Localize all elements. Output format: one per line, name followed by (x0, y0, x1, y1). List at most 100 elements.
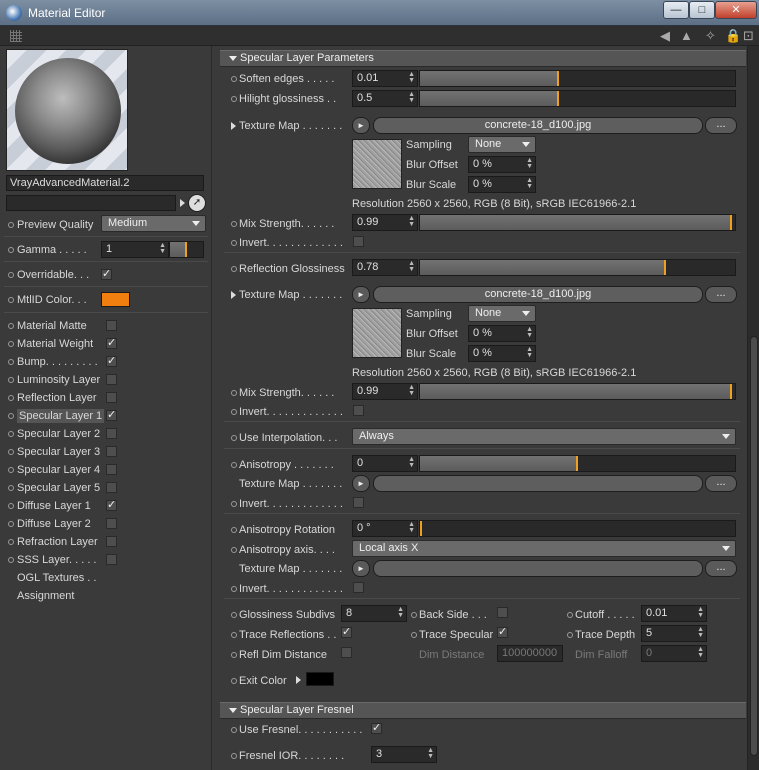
sampling-dropdown[interactable]: None (468, 136, 536, 153)
cutoff-input[interactable]: 0.01 ▲ ▼ (641, 605, 707, 622)
channel-label-12[interactable]: Refraction Layer (17, 535, 98, 549)
channel-checkbox-8[interactable] (106, 464, 117, 475)
spinner-icon[interactable]: ▲ ▼ (526, 157, 533, 170)
lock-icon[interactable]: 🔒 (725, 28, 741, 44)
soften-edges-slider[interactable] (419, 70, 736, 87)
hilight-glossiness-slider[interactable] (419, 90, 736, 107)
channel-label-11[interactable]: Diffuse Layer 2 (17, 517, 91, 531)
ogl-textures-label[interactable]: OGL Textures . . (17, 571, 96, 585)
new-window-icon[interactable]: ⊡ (743, 28, 754, 44)
texture-map-4-arrow-button[interactable]: ► (352, 560, 370, 577)
channel-label-9[interactable]: Specular Layer 5 (17, 481, 100, 495)
spinner-icon[interactable]: ▲ ▼ (697, 646, 704, 659)
channel-checkbox-6[interactable] (106, 428, 117, 439)
invert-3-checkbox[interactable] (353, 497, 364, 508)
assignment-label[interactable]: Assignment (17, 589, 74, 603)
refl-dim-distance-checkbox[interactable] (341, 647, 352, 658)
reflection-glossiness-input[interactable]: 0.78 ▲ ▼ (352, 259, 418, 276)
texture-map-3-file[interactable] (373, 475, 703, 492)
texture-map-1-file[interactable]: concrete-18_d100.jpg (373, 117, 703, 134)
back-arrow-icon[interactable]: ◀ (660, 28, 670, 44)
blur-offset-input[interactable]: 0 % ▲ ▼ (468, 156, 536, 173)
spinner-icon[interactable]: ▲ ▼ (526, 177, 533, 190)
scrollbar-thumb[interactable] (750, 336, 758, 756)
section-header-fresnel[interactable]: Specular Layer Fresnel (220, 702, 746, 719)
channel-label-4[interactable]: Reflection Layer (17, 391, 97, 405)
expand-arrow-icon[interactable] (231, 122, 236, 130)
preview-quality-dropdown[interactable]: Medium (101, 215, 206, 232)
gamma-input[interactable]: 1 ▲ ▼ (101, 241, 169, 258)
invert-1-checkbox[interactable] (353, 236, 364, 247)
expand-arrow-icon[interactable] (180, 199, 185, 207)
texture-map-2-file[interactable]: concrete-18_d100.jpg (373, 286, 703, 303)
invert-2-checkbox[interactable] (353, 405, 364, 416)
spinner-icon[interactable]: ▲ ▼ (427, 747, 434, 760)
dim-falloff-input[interactable]: 0 ▲ ▼ (641, 645, 707, 662)
use-interpolation-dropdown[interactable]: Always (352, 428, 736, 445)
trace-depth-input[interactable]: 5 ▲ ▼ (641, 625, 707, 642)
channel-checkbox-13[interactable] (106, 554, 117, 565)
trace-specular-checkbox[interactable]: ✓ (497, 627, 508, 638)
texture-map-3-arrow-button[interactable]: ► (352, 475, 370, 492)
grip-icon[interactable] (10, 30, 22, 42)
channel-checkbox-10[interactable]: ✓ (106, 500, 117, 511)
dim-distance-input[interactable]: 100000000 (497, 645, 563, 662)
channel-label-8[interactable]: Specular Layer 4 (17, 463, 100, 477)
channel-checkbox-12[interactable] (106, 536, 117, 547)
overridable-checkbox[interactable]: ✓ (101, 269, 112, 280)
blur-offset-2-input[interactable]: 0 % ▲ ▼ (468, 325, 536, 342)
reflection-glossiness-slider[interactable] (419, 259, 736, 276)
channel-checkbox-1[interactable]: ✓ (106, 338, 117, 349)
spinner-icon[interactable]: ▲ ▼ (397, 606, 404, 619)
texture-map-1-arrow-button[interactable]: ► (352, 117, 370, 134)
channel-checkbox-4[interactable] (106, 392, 117, 403)
close-button[interactable]: ✕ (715, 1, 757, 19)
channel-checkbox-11[interactable] (106, 518, 117, 529)
texture-map-2-browse-button[interactable]: ... (705, 286, 737, 303)
spinner-icon[interactable]: ▲ ▼ (697, 606, 704, 619)
texture-map-4-browse-button[interactable]: ... (705, 560, 737, 577)
blur-scale-input[interactable]: 0 % ▲ ▼ (468, 176, 536, 193)
channel-checkbox-0[interactable] (106, 320, 117, 331)
spinner-icon[interactable]: ▲ ▼ (408, 215, 415, 228)
material-search-field[interactable] (6, 195, 176, 211)
channel-checkbox-7[interactable] (106, 446, 117, 457)
blur-scale-2-input[interactable]: 0 % ▲ ▼ (468, 345, 536, 362)
material-preview[interactable] (6, 49, 128, 171)
anisotropy-rotation-input[interactable]: 0 ° ▲ ▼ (352, 520, 418, 537)
spinner-icon[interactable]: ▲ ▼ (526, 346, 533, 359)
mix-strength-1-slider[interactable] (419, 214, 736, 231)
channel-checkbox-2[interactable]: ✓ (106, 356, 117, 367)
spinner-icon[interactable]: ▲ ▼ (408, 521, 415, 534)
material-name-field[interactable]: VrayAdvancedMaterial.2 (6, 175, 204, 191)
channel-label-6[interactable]: Specular Layer 2 (17, 427, 100, 441)
channel-checkbox-3[interactable] (106, 374, 117, 385)
anisotropy-input[interactable]: 0 ▲ ▼ (352, 455, 418, 472)
sampling-2-dropdown[interactable]: None (468, 305, 536, 322)
channel-label-5[interactable]: Specular Layer 1 (17, 409, 105, 423)
up-arrow-icon[interactable]: ▲ (680, 28, 693, 43)
channel-label-7[interactable]: Specular Layer 3 (17, 445, 100, 459)
channel-label-1[interactable]: Material Weight (17, 337, 93, 351)
channel-label-3[interactable]: Luminosity Layer (17, 373, 100, 387)
hilight-glossiness-input[interactable]: 0.5 ▲ ▼ (352, 90, 418, 107)
back-side-checkbox[interactable] (497, 607, 508, 618)
anisotropy-slider[interactable] (419, 455, 736, 472)
channel-label-2[interactable]: Bump. . . . . . . . . (17, 355, 98, 369)
vertical-scrollbar[interactable] (747, 46, 759, 770)
texture-map-1-browse-button[interactable]: ... (705, 117, 737, 134)
fresnel-ior-input[interactable]: 3 ▲ ▼ (371, 746, 437, 763)
texture-map-4-file[interactable] (373, 560, 703, 577)
spinner-icon[interactable]: ▲ ▼ (697, 626, 704, 639)
anisotropy-rotation-slider[interactable] (419, 520, 736, 537)
spinner-icon[interactable]: ▲ ▼ (408, 260, 415, 273)
pick-cursor-icon[interactable]: ➚ (188, 194, 206, 212)
spinner-icon[interactable]: ▲ ▼ (408, 91, 415, 104)
mix-strength-2-input[interactable]: 0.99 ▲ ▼ (352, 383, 418, 400)
trace-reflections-checkbox[interactable]: ✓ (341, 627, 352, 638)
expand-arrow-icon[interactable] (231, 291, 236, 299)
maximize-button[interactable]: □ (689, 1, 715, 19)
channel-checkbox-5[interactable]: ✓ (106, 410, 117, 421)
mtlid-color-swatch[interactable] (101, 292, 130, 307)
soften-edges-input[interactable]: 0.01 ▲ ▼ (352, 70, 418, 87)
